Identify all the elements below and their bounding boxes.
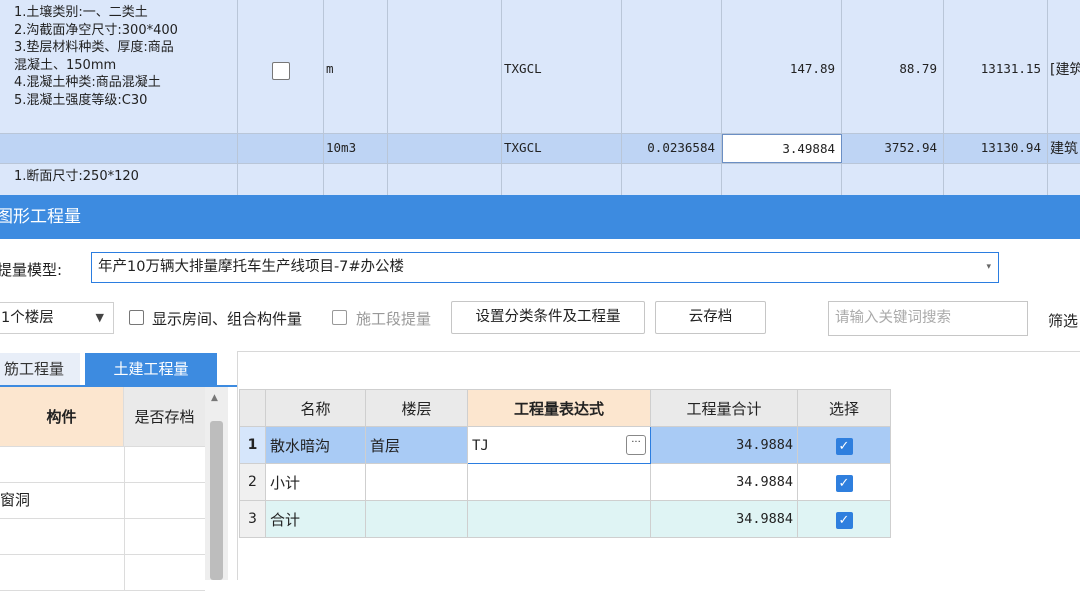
floor-cell[interactable]: [365, 463, 468, 501]
dropdown-arrow-icon: ▾: [986, 262, 991, 272]
table-row[interactable]: 2 小计 34.9884 ✓: [239, 463, 891, 501]
item-description: 1.土壤类别:一、二类土 2.沟截面净空尺寸:300*400 3.垫层材料种类、…: [0, 0, 238, 133]
select-cell[interactable]: ✓: [797, 426, 891, 464]
list-item[interactable]: [0, 447, 205, 483]
cloud-save-button[interactable]: 云存档: [655, 301, 766, 334]
row-index: 2: [239, 463, 266, 501]
list-item[interactable]: [0, 519, 205, 555]
total-cell: 34.9884: [650, 426, 798, 464]
factor-cell: 0.0236584: [622, 134, 722, 163]
select-cell[interactable]: ✓: [797, 500, 891, 538]
expression-cell[interactable]: [467, 463, 651, 501]
name-cell[interactable]: 散水暗沟: [265, 426, 366, 464]
total-cell: 34.9884: [650, 463, 798, 501]
floor-select[interactable]: 1个楼层 ▼: [0, 302, 114, 334]
expression-header[interactable]: 工程量表达式: [467, 389, 651, 427]
floor-cell[interactable]: [365, 500, 468, 538]
floor-header[interactable]: 楼层: [365, 389, 468, 427]
bill-row[interactable]: 1.土壤类别:一、二类土 2.沟截面净空尺寸:300*400 3.垫层材料种类、…: [0, 0, 1080, 134]
scroll-thumb[interactable]: [210, 421, 223, 580]
tab-civil-quantity[interactable]: 土建工程量: [85, 353, 217, 385]
code-cell: TXGCL: [502, 134, 622, 163]
name-cell[interactable]: 小计: [265, 463, 366, 501]
total-header[interactable]: 工程量合计: [650, 389, 798, 427]
category-cell: 建筑: [1048, 134, 1080, 163]
select-checkbox[interactable]: ✓: [835, 511, 853, 529]
search-input[interactable]: 请输入关键词搜索: [828, 301, 1028, 336]
stage-checkbox[interactable]: [332, 310, 347, 325]
stage-label: 施工段提量: [356, 310, 432, 328]
select-checkbox[interactable]: ✓: [835, 437, 853, 455]
model-select[interactable]: 年产10万辆大排量摩托车生产线项目-7#办公楼 ▾: [91, 252, 999, 283]
filter-label[interactable]: 筛选: [1048, 310, 1078, 331]
unit-cell: 10m3: [324, 134, 388, 163]
list-item[interactable]: [0, 555, 205, 591]
scrollbar[interactable]: ▲: [205, 387, 228, 580]
model-select-value: 年产10万辆大排量摩托车生产线项目-7#办公楼: [98, 259, 405, 275]
table-row[interactable]: 3 合计 34.9884 ✓: [239, 500, 891, 538]
row-index: 3: [239, 500, 266, 538]
archived-header[interactable]: 是否存档: [124, 387, 205, 447]
background-bill-sheet: 1.土壤类别:一、二类土 2.沟截面净空尺寸:300*400 3.垫层材料种类、…: [0, 0, 1080, 201]
category-cell: [建筑: [1048, 0, 1080, 133]
qty-cell: 147.89: [722, 0, 842, 133]
unit-cell: m: [324, 0, 388, 133]
set-conditions-button[interactable]: 设置分类条件及工程量: [451, 301, 645, 334]
quantity-table: 名称 楼层 工程量表达式 工程量合计 选择 1 散水暗沟 首层 TJ ··· 3…: [239, 389, 891, 538]
row-index: 1: [239, 426, 266, 464]
ellipsis-button[interactable]: ···: [626, 435, 646, 455]
amount-cell: 13131.15: [944, 0, 1048, 133]
show-rooms-checkbox[interactable]: [129, 310, 144, 325]
expression-input[interactable]: TJ ···: [467, 426, 651, 464]
row-checkbox[interactable]: [272, 62, 290, 80]
show-rooms-label: 显示房间、组合构件量: [152, 310, 303, 328]
code-cell: TXGCL: [502, 0, 622, 133]
bill-row[interactable]: 10m3 TXGCL 0.0236584 3.49884 3752.94 131…: [0, 134, 1080, 164]
expression-cell[interactable]: [467, 500, 651, 538]
tab-rebar-quantity[interactable]: 筋工程量: [0, 353, 80, 385]
floor-cell[interactable]: 首层: [365, 426, 468, 464]
list-item[interactable]: 窗洞: [0, 483, 205, 519]
price-cell: 88.79: [842, 0, 944, 133]
expression-value: TJ: [472, 438, 489, 454]
qty-input-cell[interactable]: 3.49884: [722, 134, 842, 163]
scroll-up-icon[interactable]: ▲: [211, 393, 218, 403]
select-header[interactable]: 选择: [797, 389, 891, 427]
name-header[interactable]: 名称: [265, 389, 366, 427]
dialog-title: 图形工程量: [0, 207, 81, 227]
name-cell[interactable]: 合计: [265, 500, 366, 538]
table-row[interactable]: 1 散水暗沟 首层 TJ ··· 34.9884 ✓: [239, 426, 891, 464]
price-cell: 3752.94: [842, 134, 944, 163]
component-table: 构件 是否存档 窗洞: [0, 387, 205, 591]
component-header[interactable]: 构件: [0, 387, 124, 447]
checkbox-cell[interactable]: [238, 0, 324, 133]
select-checkbox[interactable]: ✓: [835, 474, 853, 492]
floor-select-value: 1个楼层: [1, 310, 54, 326]
select-cell[interactable]: ✓: [797, 463, 891, 501]
model-label: 提量模型:: [0, 261, 63, 279]
dialog-title-bar[interactable]: 图形工程量: [0, 195, 1080, 239]
graphic-quantity-dialog: 图形工程量 提量模型: 年产10万辆大排量摩托车生产线项目-7#办公楼 ▾ 1个…: [0, 195, 1080, 591]
total-cell: 34.9884: [650, 500, 798, 538]
amount-cell: 13130.94: [944, 134, 1048, 163]
chevron-down-icon: ▼: [95, 311, 104, 324]
